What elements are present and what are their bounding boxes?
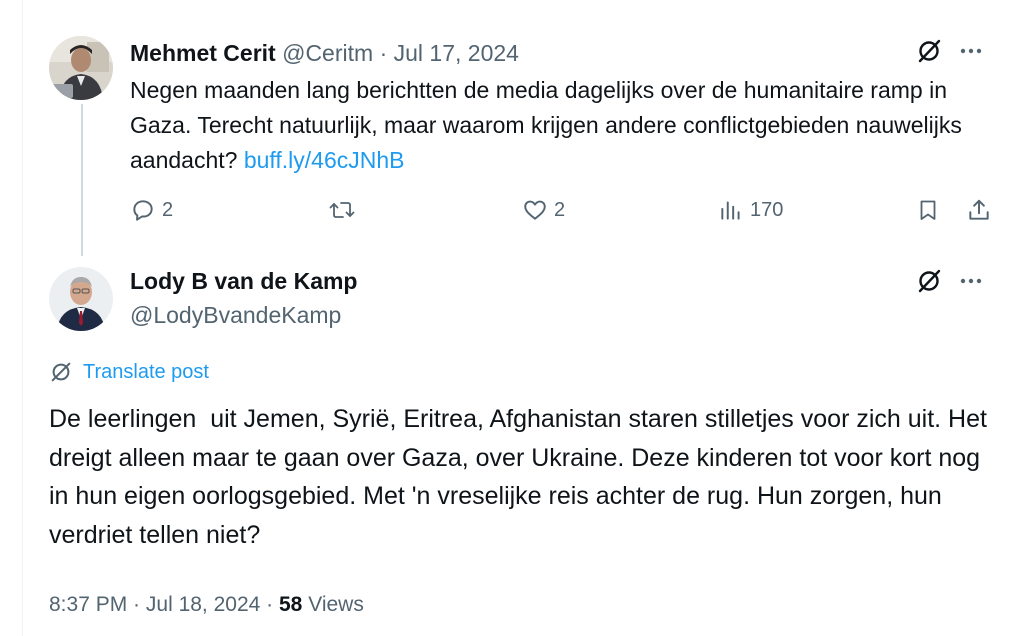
tweet-date[interactable]: Jul 17, 2024	[394, 40, 519, 66]
translate-icon	[49, 360, 73, 384]
timeline-border	[22, 0, 23, 636]
bookmark-icon	[916, 197, 940, 223]
tweet-footer: 8:37 PM · Jul 18, 2024 · 58 Views	[49, 590, 364, 620]
bookmark-button[interactable]	[916, 193, 940, 227]
main-tweet-top-actions	[916, 268, 982, 294]
parent-tweet-text: Negen maanden lang berichtten de media d…	[130, 73, 970, 178]
views-button[interactable]: 170	[718, 193, 783, 227]
like-button[interactable]: 2	[522, 193, 565, 227]
footer-separator: ·	[260, 593, 279, 616]
tweet-link[interactable]: buff.ly/46cJNhB	[244, 147, 405, 173]
avatar[interactable]	[49, 267, 113, 331]
avatar[interactable]	[49, 36, 113, 100]
retweet-icon	[328, 197, 356, 223]
header-separator: ·	[379, 40, 388, 66]
views-label: Views	[302, 593, 364, 616]
share-button[interactable]	[966, 193, 992, 227]
views-count[interactable]: 58	[279, 593, 302, 616]
more-icon[interactable]	[960, 48, 982, 54]
main-tweet-text: De leerlingen uit Jemen, Syrië, Eritrea,…	[49, 405, 994, 549]
grok-icon[interactable]	[916, 268, 942, 294]
author-handle[interactable]: @LodyBvandeKamp	[130, 300, 341, 330]
share-icon	[966, 197, 992, 223]
like-count: 2	[554, 198, 566, 221]
author-name[interactable]: Lody B van de Kamp	[130, 266, 357, 296]
translate-label: Translate post	[83, 361, 209, 383]
grok-icon[interactable]	[916, 38, 942, 64]
footer-separator: ·	[127, 593, 146, 616]
parent-tweet-top-actions	[916, 38, 982, 64]
thread-connector-line	[81, 104, 83, 256]
author-name[interactable]: Mehmet Cerit	[130, 40, 276, 66]
parent-tweet-action-bar: 2 2 170	[130, 193, 1000, 227]
like-icon	[522, 197, 548, 223]
views-icon	[718, 197, 744, 223]
avatar-image	[49, 36, 113, 100]
tweet-date[interactable]: Jul 18, 2024	[146, 593, 260, 616]
avatar-image	[49, 267, 113, 331]
retweet-button[interactable]	[328, 193, 362, 227]
reply-icon	[130, 197, 156, 223]
reply-button[interactable]: 2	[130, 193, 173, 227]
author-handle[interactable]: @Ceritm	[282, 40, 373, 66]
more-icon[interactable]	[960, 278, 982, 284]
translate-post-link[interactable]: Translate post	[49, 358, 209, 386]
views-count: 170	[750, 198, 784, 221]
reply-count: 2	[162, 198, 174, 221]
tweet-time[interactable]: 8:37 PM	[49, 593, 127, 616]
parent-tweet-header: Mehmet Cerit @Ceritm · Jul 17, 2024	[130, 38, 519, 68]
